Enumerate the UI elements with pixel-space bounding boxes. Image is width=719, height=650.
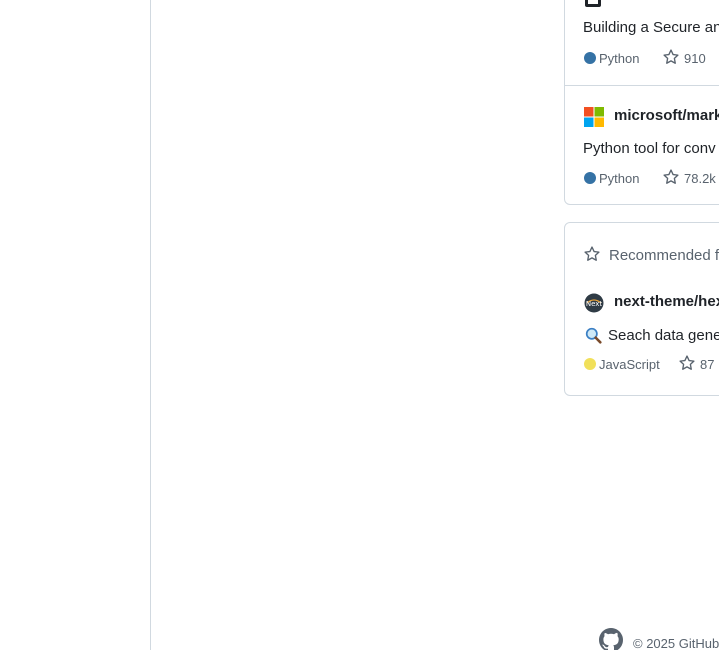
- repo-language: Python: [599, 171, 640, 186]
- star-icon[interactable]: [662, 48, 680, 71]
- recommended-card: Recommended f Next next-theme/hex Seach …: [564, 222, 719, 396]
- repo-stars[interactable]: 910: [684, 51, 706, 66]
- repo-description: Python tool for conv: [583, 140, 716, 157]
- repo-stars[interactable]: 87: [700, 357, 714, 372]
- page: Building a Secure an Python 910 microsof…: [0, 0, 719, 650]
- star-icon[interactable]: [678, 354, 696, 377]
- magnifying-glass-icon: [585, 327, 602, 349]
- recommended-heading: Recommended f: [609, 247, 719, 264]
- repo-language: JavaScript: [599, 357, 660, 372]
- microsoft-logo-icon: [584, 107, 604, 132]
- language-color-dot: [584, 172, 596, 184]
- repo-stars[interactable]: 78.2k: [684, 171, 716, 186]
- trending-repos-card: Building a Secure an Python 910 microsof…: [564, 0, 719, 205]
- star-icon[interactable]: [662, 168, 680, 191]
- next-theme-logo-icon: Next: [584, 293, 604, 318]
- repo-description: Building a Secure an: [583, 19, 719, 36]
- repo-name-link[interactable]: next-theme/hex: [614, 293, 719, 310]
- svg-text:Next: Next: [586, 300, 603, 308]
- footer-copyright: © 2025 GitHub: [633, 636, 719, 650]
- language-color-dot: [584, 52, 596, 64]
- language-color-dot: [584, 358, 596, 370]
- repo-language: Python: [599, 51, 640, 66]
- github-mark-icon[interactable]: [599, 628, 623, 650]
- repo-description: Seach data gene: [608, 327, 719, 344]
- repo-owner-icon: [583, 0, 603, 16]
- repo-name-link[interactable]: microsoft/mark: [614, 107, 719, 124]
- repo-divider: [565, 85, 719, 86]
- sidebar-divider: [150, 0, 151, 650]
- star-icon: [583, 245, 601, 268]
